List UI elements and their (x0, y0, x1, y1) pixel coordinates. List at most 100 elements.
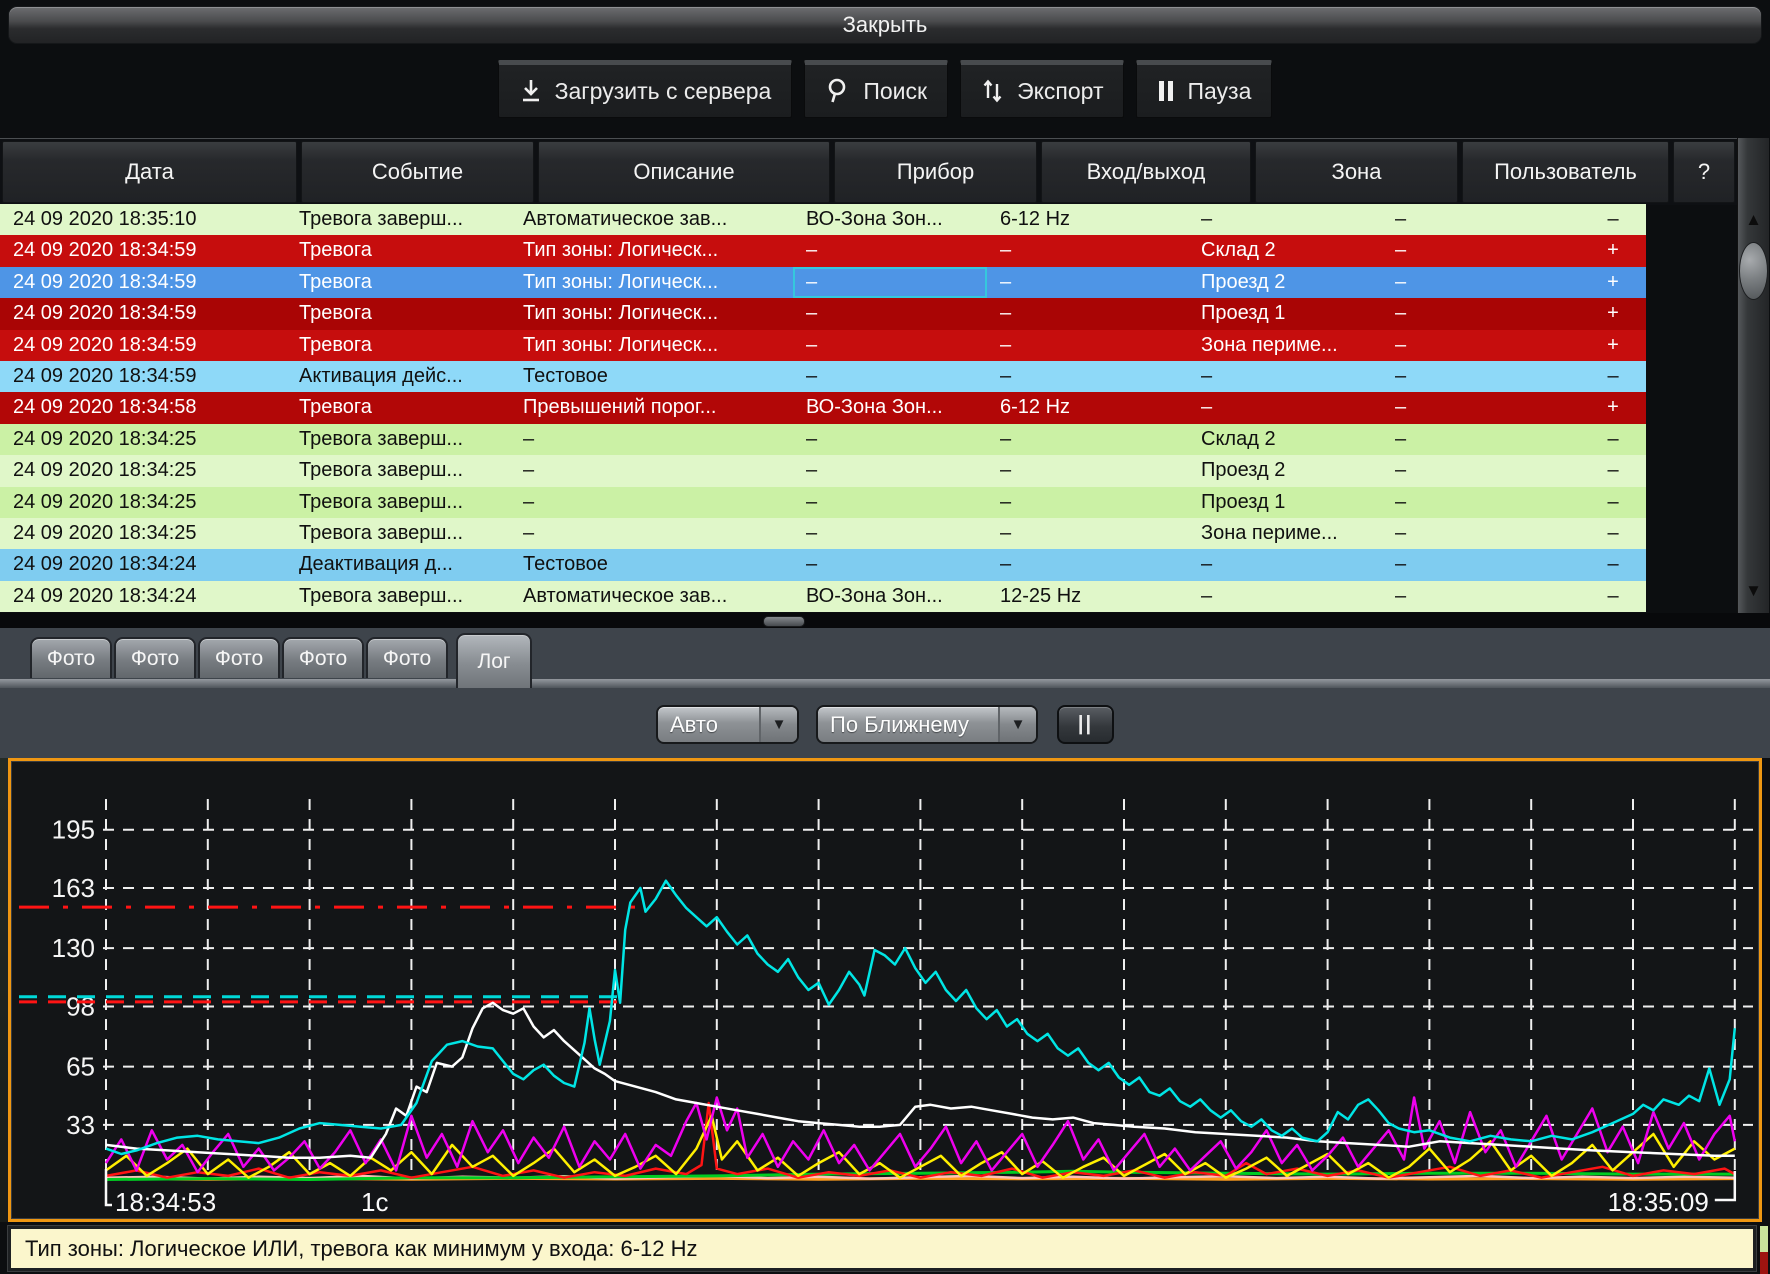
cell[interactable]: – (987, 424, 1188, 455)
table-row-2[interactable]: 24 09 2020 18:34:59ТревогаТип зоны: Логи… (0, 235, 1737, 266)
cell[interactable]: – (1580, 518, 1646, 549)
tab-фото-2[interactable]: Фото (114, 637, 196, 678)
cell[interactable]: Деактивация д... (286, 549, 510, 580)
cell[interactable]: – (987, 487, 1188, 518)
column-header-1[interactable]: Дата (2, 141, 297, 203)
toolbar-button-1[interactable]: Загрузить с сервера (498, 60, 793, 118)
cell[interactable]: + (1580, 392, 1646, 423)
column-header-7[interactable]: Пользователь (1462, 141, 1669, 203)
mode-select[interactable]: По Ближнему ▼ (816, 705, 1038, 744)
scroll-up-button[interactable]: ▲ (1738, 204, 1769, 236)
cell[interactable]: Автоматическое зав... (510, 581, 793, 612)
tab-фото-3[interactable]: Фото (198, 637, 280, 678)
cell[interactable]: ВО-Зона Зон... (793, 204, 987, 235)
cell[interactable]: 6-12 Hz (987, 204, 1188, 235)
cell[interactable]: 24 09 2020 18:34:59 (0, 330, 286, 361)
column-header-4[interactable]: Прибор (834, 141, 1037, 203)
cell[interactable]: 24 09 2020 18:34:24 (0, 581, 286, 612)
cell[interactable]: – (510, 455, 793, 486)
cell[interactable]: – (987, 361, 1188, 392)
cell[interactable]: – (1580, 361, 1646, 392)
cell[interactable]: Тревога заверш... (286, 518, 510, 549)
cell[interactable]: Активация дейс... (286, 361, 510, 392)
cell[interactable]: Тип зоны: Логическ... (510, 298, 793, 329)
cell[interactable]: – (793, 267, 987, 298)
cell[interactable]: – (1382, 487, 1580, 518)
cell[interactable]: – (987, 455, 1188, 486)
table-row-13[interactable]: 24 09 2020 18:34:24Тревога заверш...Авто… (0, 581, 1737, 612)
cell[interactable]: 24 09 2020 18:34:25 (0, 518, 286, 549)
table-row-5[interactable]: 24 09 2020 18:34:59ТревогаТип зоны: Логи… (0, 330, 1737, 361)
cell[interactable]: – (987, 267, 1188, 298)
cell[interactable]: – (1382, 392, 1580, 423)
cell[interactable]: – (1382, 581, 1580, 612)
signal-chart[interactable]: 19516313098653318:34:531с18:35:09 (8, 758, 1762, 1222)
toolbar-button-4[interactable]: Пауза (1136, 60, 1272, 118)
cell[interactable]: – (793, 455, 987, 486)
cell[interactable]: + (1580, 267, 1646, 298)
cell[interactable]: – (1382, 518, 1580, 549)
cell[interactable]: – (1580, 487, 1646, 518)
column-header-5[interactable]: Вход/выход (1041, 141, 1251, 203)
cell[interactable]: – (1382, 235, 1580, 266)
cell[interactable]: – (793, 424, 987, 455)
cell[interactable]: Проезд 1 (1188, 298, 1382, 329)
cell[interactable]: 24 09 2020 18:34:59 (0, 361, 286, 392)
toolbar-button-2[interactable]: Поиск (804, 60, 948, 118)
table-row-10[interactable]: 24 09 2020 18:34:25Тревога заверш...–––П… (0, 487, 1737, 518)
cell[interactable]: Проезд 2 (1188, 267, 1382, 298)
cell[interactable]: – (793, 487, 987, 518)
tab-фото-4[interactable]: Фото (282, 637, 364, 678)
column-header-6[interactable]: Зона (1255, 141, 1458, 203)
column-header-2[interactable]: Событие (301, 141, 534, 203)
table-row-9[interactable]: 24 09 2020 18:34:25Тревога заверш...–––П… (0, 455, 1737, 486)
scrollbar-thumb[interactable] (1739, 242, 1768, 300)
cell[interactable]: – (987, 330, 1188, 361)
cell[interactable]: – (987, 549, 1188, 580)
cell[interactable]: 12-25 Hz (987, 581, 1188, 612)
cell[interactable]: Тревога заверш... (286, 455, 510, 486)
table-row-12[interactable]: 24 09 2020 18:34:24Деактивация д...Тесто… (0, 549, 1737, 580)
table-row-3[interactable]: 24 09 2020 18:34:59ТревогаТип зоны: Логи… (0, 267, 1737, 298)
cell[interactable]: 24 09 2020 18:34:25 (0, 455, 286, 486)
scroll-down-button[interactable]: ▼ (1738, 575, 1769, 607)
cell[interactable]: – (793, 235, 987, 266)
cell[interactable]: Склад 2 (1188, 235, 1382, 266)
cell[interactable]: Проезд 1 (1188, 487, 1382, 518)
tab-фото-5[interactable]: Фото (366, 637, 448, 678)
tab-фото-1[interactable]: Фото (30, 637, 112, 678)
cell[interactable]: Тревога (286, 298, 510, 329)
cell[interactable]: – (1382, 424, 1580, 455)
cell[interactable]: 24 09 2020 18:34:58 (0, 392, 286, 423)
cell[interactable]: Тревога (286, 330, 510, 361)
cell[interactable]: Тревога заверш... (286, 424, 510, 455)
table-row-4[interactable]: 24 09 2020 18:34:59ТревогаТип зоны: Логи… (0, 298, 1737, 329)
cell[interactable]: – (1382, 549, 1580, 580)
table-row-6[interactable]: 24 09 2020 18:34:59Активация дейс...Тест… (0, 361, 1737, 392)
cell[interactable]: – (1382, 267, 1580, 298)
cell[interactable]: – (987, 235, 1188, 266)
cell[interactable]: – (987, 298, 1188, 329)
cell[interactable]: Тревога (286, 267, 510, 298)
cell[interactable]: ВО-Зона Зон... (793, 392, 987, 423)
cell[interactable]: – (1382, 361, 1580, 392)
cell[interactable]: – (793, 330, 987, 361)
cell[interactable]: – (793, 298, 987, 329)
cell[interactable]: 24 09 2020 18:34:59 (0, 235, 286, 266)
cell[interactable]: – (987, 518, 1188, 549)
cell[interactable]: – (1580, 581, 1646, 612)
vertical-scrollbar[interactable]: ▲ ▼ (1737, 138, 1769, 613)
table-row-11[interactable]: 24 09 2020 18:34:25Тревога заверш...–––З… (0, 518, 1737, 549)
cell[interactable]: 24 09 2020 18:34:59 (0, 267, 286, 298)
cell[interactable]: – (1382, 298, 1580, 329)
cell[interactable]: Тревога (286, 235, 510, 266)
cell[interactable]: + (1580, 235, 1646, 266)
scale-select[interactable]: Авто ▼ (656, 705, 799, 744)
cell[interactable]: Тревога заверш... (286, 487, 510, 518)
cell[interactable]: Тип зоны: Логическ... (510, 267, 793, 298)
close-button[interactable]: Закрыть (8, 6, 1762, 44)
cell[interactable]: 6-12 Hz (987, 392, 1188, 423)
cell[interactable]: – (510, 518, 793, 549)
cell[interactable]: – (1580, 424, 1646, 455)
cell[interactable]: – (1580, 204, 1646, 235)
